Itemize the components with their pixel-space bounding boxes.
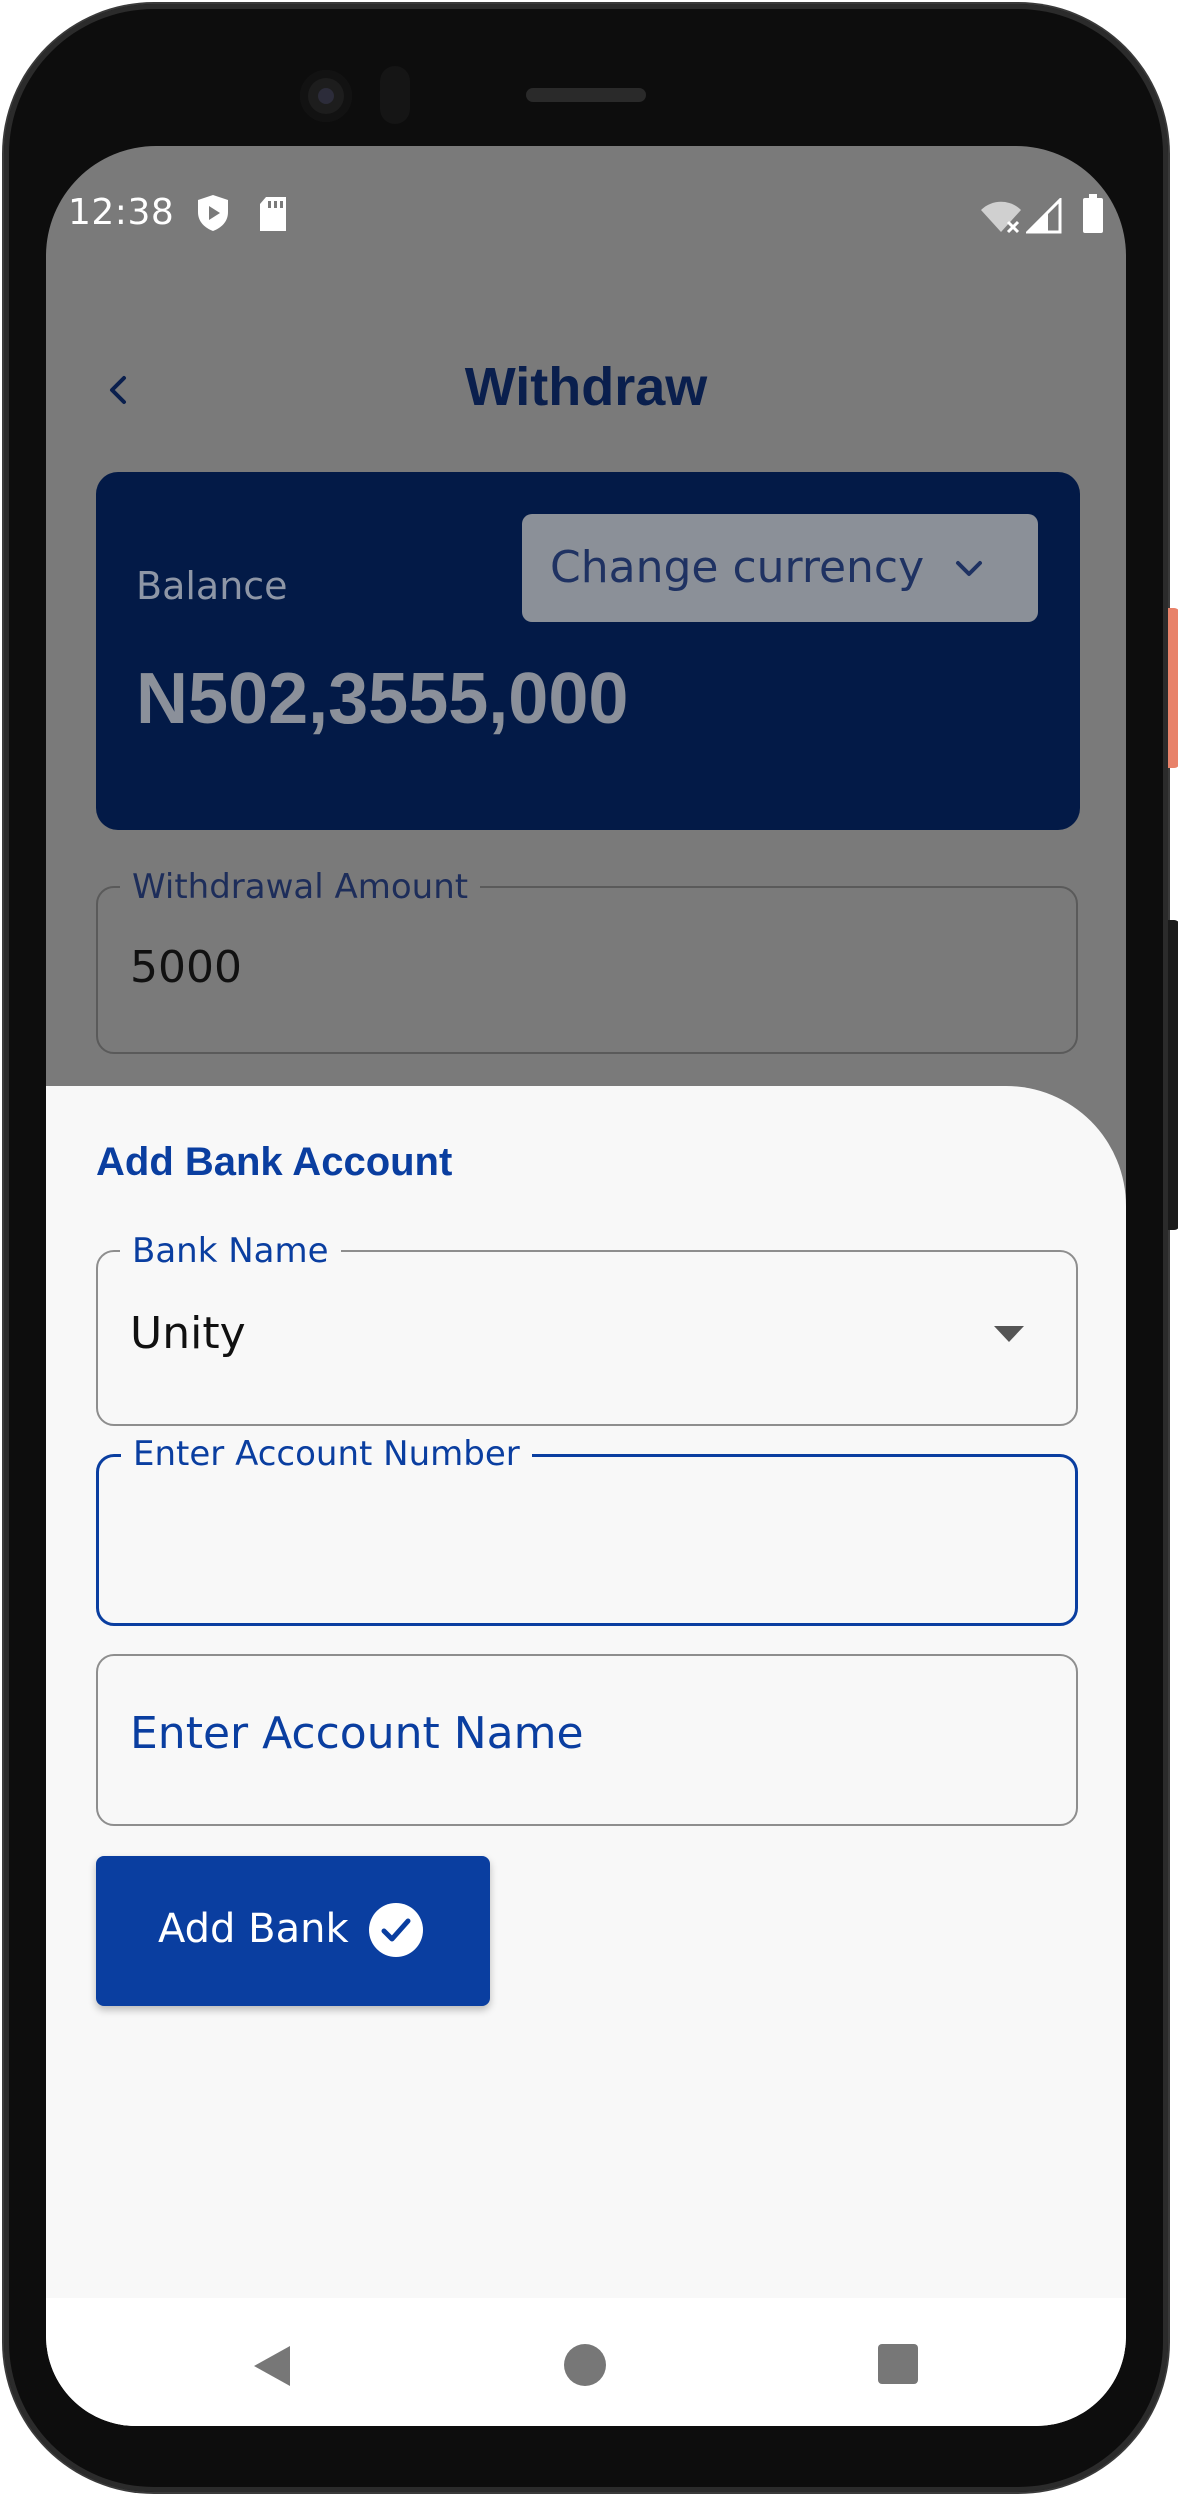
page-title: Withdraw (464, 357, 708, 417)
withdrawal-amount-field[interactable]: Withdrawal Amount 5000 (96, 868, 1078, 1054)
proximity-sensor (380, 66, 410, 124)
balance-card: Balance Change currency N502,3555,000 (96, 472, 1080, 830)
bank-name-dropdown[interactable]: Bank Name Unity (96, 1232, 1078, 1426)
earpiece-speaker (526, 88, 646, 102)
add-bank-label: Add Bank (158, 1906, 349, 1952)
screen: 12:38 Withdraw Balance Change currency N… (46, 146, 1126, 2426)
change-currency-label: Change currency (550, 542, 925, 593)
shield-play-icon (198, 195, 228, 231)
sheet-title: Add Bank Account (96, 1140, 453, 1184)
phone-frame: 12:38 Withdraw Balance Change currency N… (0, 0, 1178, 2498)
check-circle-icon (369, 1903, 423, 1957)
account-name-placeholder: Enter Account Name (130, 1708, 584, 1759)
chevron-down-icon (956, 561, 982, 576)
balance-label: Balance (136, 564, 288, 608)
account-name-field[interactable]: Enter Account Name (96, 1654, 1078, 1826)
volume-button (1168, 920, 1178, 1230)
bank-name-value: Unity (130, 1308, 246, 1359)
status-bar: 12:38 (46, 146, 1126, 266)
dropdown-caret-icon (994, 1326, 1024, 1342)
power-button (1168, 608, 1178, 768)
account-number-field[interactable]: Enter Account Number (96, 1435, 1078, 1626)
change-currency-button[interactable]: Change currency (522, 514, 1038, 622)
add-bank-sheet: Add Bank Account Bank Name Unity Enter A… (46, 1086, 1126, 2426)
withdrawal-amount-value: 5000 (130, 942, 242, 993)
balance-amount: N502,3555,000 (136, 659, 629, 739)
sd-card-icon (260, 197, 286, 231)
bank-name-label: Bank Name (120, 1232, 341, 1270)
add-bank-button[interactable]: Add Bank (96, 1856, 490, 2006)
nav-back-icon[interactable] (250, 2342, 294, 2390)
withdrawal-amount-label: Withdrawal Amount (120, 868, 481, 906)
system-nav-bar (46, 2298, 1126, 2426)
wifi-off-icon (981, 201, 1021, 234)
account-number-label: Enter Account Number (121, 1435, 532, 1473)
nav-home-icon[interactable] (564, 2344, 606, 2386)
front-camera (300, 70, 352, 122)
nav-recents-icon[interactable] (878, 2344, 918, 2384)
status-time: 12:38 (68, 192, 175, 233)
battery-icon (1083, 194, 1103, 233)
signal-icon (1026, 198, 1062, 234)
